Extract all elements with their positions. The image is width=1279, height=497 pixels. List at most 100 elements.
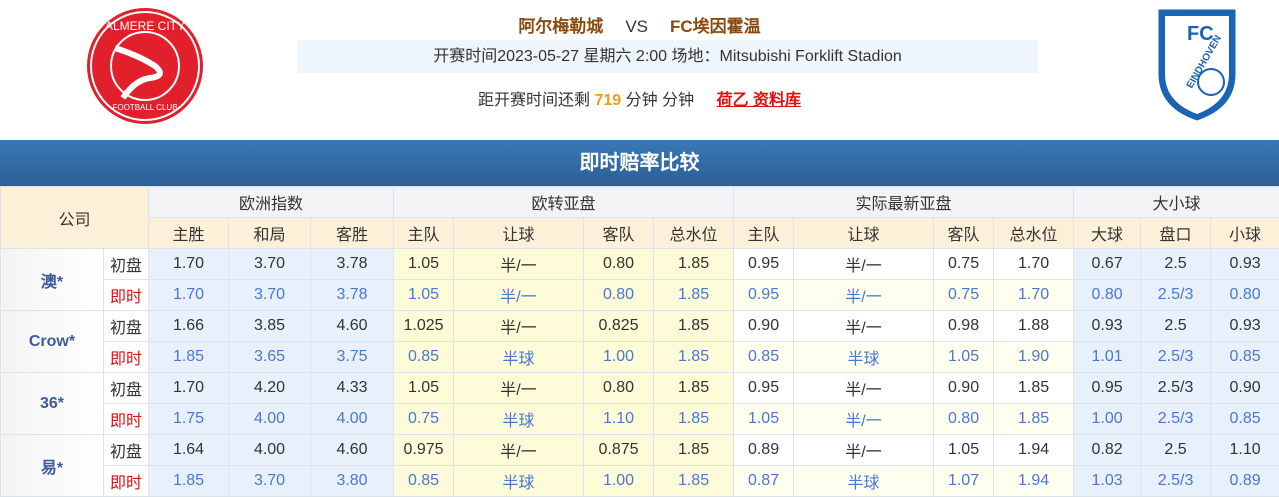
odds-table: 公司欧洲指数欧转亚盘实际最新亚盘大小球主胜和局客胜主队让球客队总水位主队让球客队… [0,186,1279,497]
row-type-label: 初盘 [104,249,149,280]
odds-cell: 0.89 [1211,466,1279,497]
odds-cell: 1.05 [394,280,454,311]
odds-cell: 半/一 [454,373,584,404]
odds-cell: 2.5/3 [1141,404,1211,435]
row-type-label: 即时 [104,466,149,497]
odds-cell: 4.20 [229,373,311,404]
odds-cell: 半球 [454,342,584,373]
away-team-name[interactable]: FC埃因霍温 [670,17,761,36]
odds-cell: 半/一 [454,249,584,280]
odds-cell: 3.70 [229,466,311,497]
odds-cell: 1.94 [994,466,1074,497]
column-header: 总水位 [994,218,1074,249]
odds-cell: 半/一 [794,404,934,435]
odds-cell: 1.05 [394,249,454,280]
odds-row: 澳*初盘1.703.703.781.05半/一0.801.850.95半/一0.… [1,249,1279,280]
countdown: 距开赛时间还剩 719 分钟 分钟 荷乙 资料库 [0,86,1279,110]
odds-cell: 3.70 [229,249,311,280]
odds-cell: 0.98 [934,311,994,342]
odds-cell: 1.85 [654,466,734,497]
odds-cell: 2.5/3 [1141,342,1211,373]
odds-cell: 1.85 [654,404,734,435]
odds-cell: 0.85 [734,342,794,373]
odds-cell: 1.05 [734,404,794,435]
row-type-label: 初盘 [104,373,149,404]
countdown-prefix: 距开赛时间还剩 [478,92,590,109]
column-header: 客队 [584,218,654,249]
odds-cell: 1.85 [654,373,734,404]
company-name[interactable]: Crow* [1,311,104,373]
odds-cell: 0.87 [734,466,794,497]
column-header: 小球 [1211,218,1279,249]
odds-cell: 0.93 [1211,311,1279,342]
column-header: 总水位 [654,218,734,249]
home-team-name[interactable]: 阿尔梅勒城 [518,17,603,36]
odds-cell: 1.70 [994,249,1074,280]
odds-row: 即时1.703.703.781.05半/一0.801.850.95半/一0.75… [1,280,1279,311]
odds-cell: 1.05 [934,435,994,466]
company-name[interactable]: 36* [1,373,104,435]
odds-cell: 半/一 [794,249,934,280]
column-header: 让球 [794,218,934,249]
odds-cell: 0.85 [394,342,454,373]
odds-cell: 1.85 [149,466,229,497]
odds-cell: 1.01 [1074,342,1141,373]
column-header: 客胜 [311,218,394,249]
odds-cell: 半球 [454,466,584,497]
odds-cell: 1.75 [149,404,229,435]
odds-cell: 3.75 [311,342,394,373]
match-info: 开赛时间2023-05-27 星期六 2:00 场地：Mitsubishi Fo… [297,40,1038,73]
odds-cell: 半/一 [794,280,934,311]
row-type-label: 初盘 [104,311,149,342]
odds-cell: 2.5/3 [1141,466,1211,497]
odds-cell: 1.85 [654,435,734,466]
odds-cell: 3.70 [229,280,311,311]
odds-cell: 0.80 [934,404,994,435]
odds-cell: 0.95 [734,249,794,280]
odds-cell: 1.90 [994,342,1074,373]
company-name[interactable]: 澳* [1,249,104,311]
group-header: 实际最新亚盘 [734,187,1074,218]
odds-cell: 半/一 [794,435,934,466]
odds-cell: 1.94 [994,435,1074,466]
odds-cell: 4.00 [311,404,394,435]
odds-cell: 1.85 [654,342,734,373]
company-header: 公司 [1,187,149,249]
odds-cell: 1.00 [1074,404,1141,435]
column-header: 和局 [229,218,311,249]
odds-cell: 0.80 [584,373,654,404]
odds-cell: 0.85 [1211,404,1279,435]
odds-cell: 0.875 [584,435,654,466]
row-type-label: 即时 [104,404,149,435]
odds-row: 即时1.754.004.000.75半球1.101.851.05半/一0.801… [1,404,1279,435]
match-teams: 阿尔梅勒城 VS FC埃因霍温 [0,12,1279,37]
odds-cell: 0.85 [1211,342,1279,373]
odds-cell: 0.80 [584,280,654,311]
odds-row: 易*初盘1.644.004.600.975半/一0.8751.850.89半/一… [1,435,1279,466]
odds-cell: 1.70 [149,280,229,311]
odds-cell: 0.95 [734,280,794,311]
odds-cell: 0.90 [934,373,994,404]
group-header: 欧洲指数 [149,187,394,218]
countdown-value: 719 [594,92,621,109]
odds-cell: 1.10 [584,404,654,435]
odds-cell: 半/一 [454,435,584,466]
odds-cell: 1.00 [584,342,654,373]
odds-cell: 0.82 [1074,435,1141,466]
odds-cell: 1.70 [149,373,229,404]
row-type-label: 即时 [104,342,149,373]
league-database-link[interactable]: 荷乙 资料库 [717,92,801,109]
odds-row: Crow*初盘1.663.854.601.025半/一0.8251.850.90… [1,311,1279,342]
odds-cell: 1.85 [994,373,1074,404]
odds-cell: 4.00 [229,404,311,435]
odds-cell: 半/一 [794,373,934,404]
odds-row: 即时1.853.703.800.85半球1.001.850.87半球1.071.… [1,466,1279,497]
odds-cell: 3.85 [229,311,311,342]
vs-label: VS [625,17,648,36]
odds-cell: 1.025 [394,311,454,342]
odds-cell: 半/一 [454,311,584,342]
odds-cell: 1.00 [584,466,654,497]
odds-cell: 4.33 [311,373,394,404]
odds-cell: 半球 [794,342,934,373]
company-name[interactable]: 易* [1,435,104,497]
